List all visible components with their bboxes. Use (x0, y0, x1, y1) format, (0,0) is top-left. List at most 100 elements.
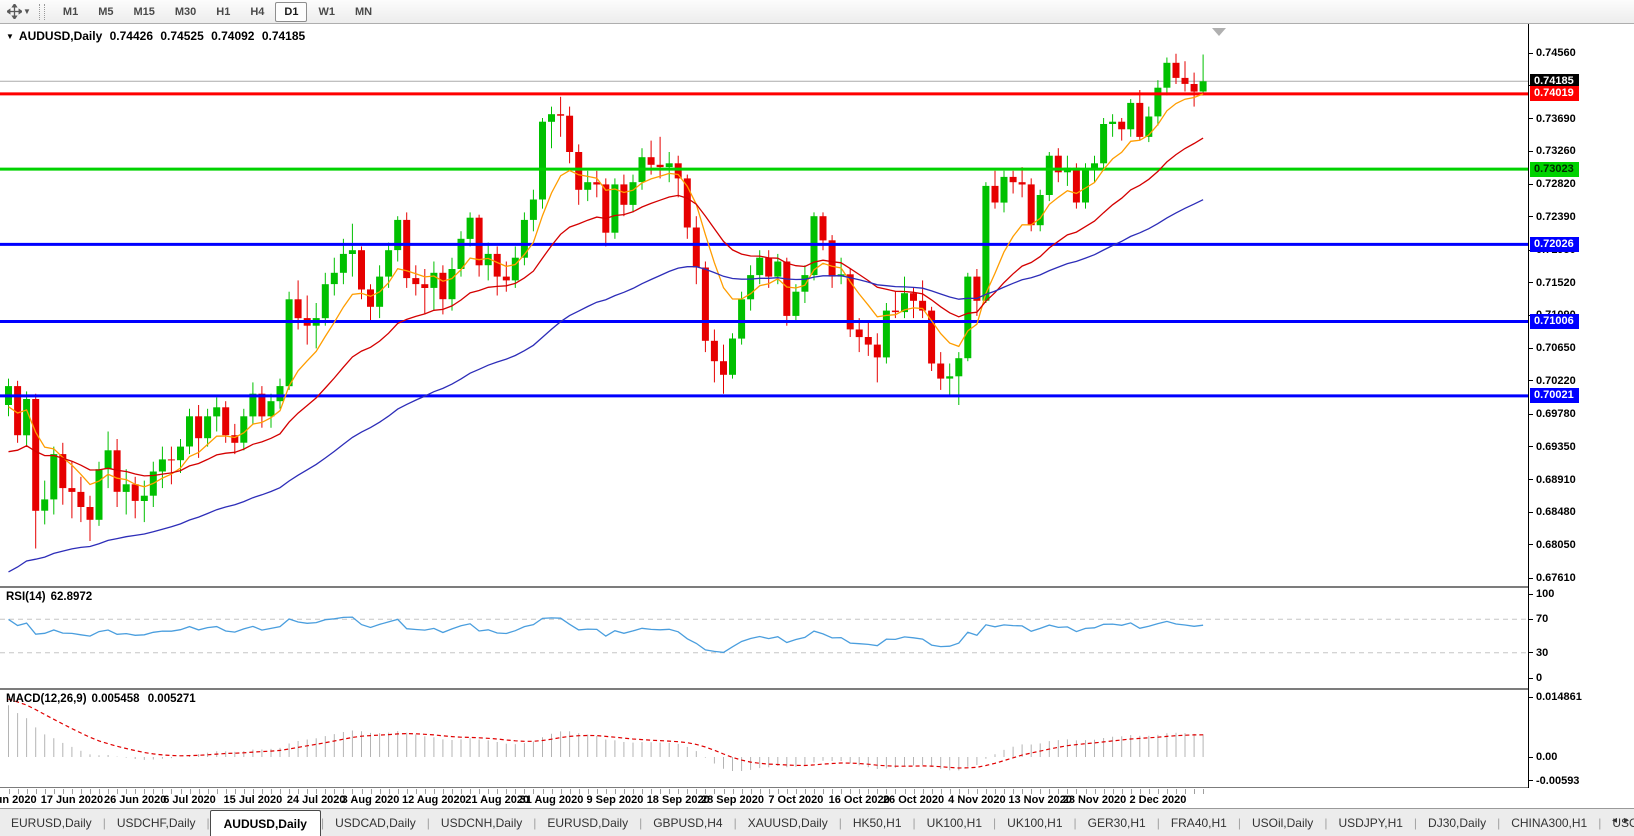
tick-dash (1529, 282, 1533, 283)
mt4-terminal-window: ▼ M1M5M15M30H1H4D1W1MN ▼AUDUSD,Daily 0.7… (0, 0, 1634, 836)
price-badge-0.73023: 0.73023 (1530, 162, 1579, 177)
timeframe-button-m1[interactable]: M1 (54, 2, 87, 22)
date-label: 6 Jul 2020 (163, 794, 216, 806)
macd-indicator-plot[interactable] (0, 690, 1528, 788)
price-axis[interactable]: 0.745600.741300.736900.732600.728200.723… (1528, 24, 1634, 788)
time-tick (1203, 789, 1204, 794)
price-badge-0.71006: 0.71006 (1530, 314, 1579, 329)
price-badge-0.74019: 0.74019 (1530, 86, 1579, 101)
rsi-line (9, 617, 1204, 652)
tab-scroll-left-icon[interactable]: ◂ (1612, 815, 1617, 826)
date-label: 9 Sep 2020 (586, 794, 643, 806)
chart-tab-eurusd-daily[interactable]: EURUSD,Daily (536, 816, 639, 830)
ma-slow-line (9, 200, 1204, 572)
date-label: 26 Oct 2020 (883, 794, 944, 806)
chart-tab-uk100-h1[interactable]: UK100,H1 (916, 816, 993, 830)
price-tick-0.69780: 0.69780 (1529, 407, 1576, 422)
rsi-indicator-plot[interactable] (0, 588, 1528, 688)
tick-dash (1529, 544, 1533, 545)
tick-dash (1529, 446, 1533, 447)
main-rsi-separator[interactable] (0, 586, 1634, 588)
tick-dash (1529, 118, 1533, 119)
tab-scroll-arrows: ◂ ▸ (1612, 815, 1629, 826)
date-label: 4 Nov 2020 (948, 794, 1005, 806)
timeframe-button-m15[interactable]: M15 (124, 2, 163, 22)
chart-tab-usdjpy-h1[interactable]: USDJPY,H1 (1327, 816, 1413, 830)
chart-tab-dj30-daily[interactable]: DJ30,Daily (1417, 816, 1497, 830)
macd-tick-0.014861: 0.014861 (1529, 690, 1582, 705)
price-tick-0.72390: 0.72390 (1529, 209, 1576, 224)
timeframe-button-mn[interactable]: MN (346, 2, 381, 22)
chart-tab-fra40-h1[interactable]: FRA40,H1 (1160, 816, 1238, 830)
date-label: 3 Aug 2020 (342, 794, 400, 806)
tick-dash (1529, 512, 1533, 513)
tick-dash (1529, 757, 1533, 758)
date-label: 8 Jun 2020 (0, 794, 37, 806)
rsi-tick-100: 100 (1529, 587, 1554, 602)
crosshair-move-glyph (7, 4, 22, 19)
price-tick-0.70220: 0.70220 (1529, 373, 1576, 388)
timeframe-button-h4[interactable]: H4 (241, 2, 273, 22)
price-tick-0.67610: 0.67610 (1529, 571, 1576, 586)
tick-dash (1529, 380, 1533, 381)
toolbar-caret-down-icon[interactable]: ▼ (23, 7, 31, 16)
chart-tab-eurusd-daily[interactable]: EURUSD,Daily (0, 816, 103, 830)
chart-tab-hk50-h1[interactable]: HK50,H1 (842, 816, 913, 830)
chart-shift-marker-icon[interactable] (1212, 28, 1226, 36)
timeframe-toolbar: M1M5M15M30H1H4D1W1MN (53, 2, 382, 22)
tick-dash (1529, 780, 1533, 781)
macd-signal-line (9, 699, 1204, 768)
date-label: 23 Nov 2020 (1063, 794, 1127, 806)
chart-tab-usdcnh-daily[interactable]: USDCNH,Daily (430, 816, 533, 830)
price-tick-0.72820: 0.72820 (1529, 177, 1576, 192)
macd-tick--0.00593: -0.00593 (1529, 773, 1579, 788)
time-axis[interactable]: 8 Jun 202017 Jun 202026 Jun 20206 Jul 20… (0, 788, 1528, 808)
price-tick-0.68480: 0.68480 (1529, 505, 1576, 520)
tab-scroll-right-icon[interactable]: ▸ (1624, 815, 1629, 826)
chart-low-value: 0.74092 (211, 29, 254, 43)
chart-tab-audusd-daily[interactable]: AUDUSD,Daily (210, 810, 321, 836)
chart-tab-usdcad-daily[interactable]: USDCAD,Daily (324, 816, 427, 830)
tick-dash (1529, 652, 1533, 653)
tick-dash (1529, 414, 1533, 415)
price-tick-0.73260: 0.73260 (1529, 144, 1576, 159)
tick-dash (1529, 619, 1533, 620)
timeframe-button-m5[interactable]: M5 (89, 2, 122, 22)
timeframe-button-m30[interactable]: M30 (166, 2, 205, 22)
toolbar-grip[interactable] (39, 4, 45, 20)
price-tick-0.70650: 0.70650 (1529, 341, 1576, 356)
tick-dash (1529, 697, 1533, 698)
macd-histogram (9, 705, 1204, 771)
rsi-tick-0: 0 (1529, 671, 1542, 686)
chart-tab-ger30-h1[interactable]: GER30,H1 (1077, 816, 1157, 830)
chart-tab-bar: EURUSD,Daily|USDCHF,Daily|AUDUSD,Daily|U… (0, 808, 1634, 836)
timeframe-button-h1[interactable]: H1 (207, 2, 239, 22)
chart-title: ▼AUDUSD,Daily 0.74426 0.74525 0.74092 0.… (6, 29, 309, 43)
timeframe-button-d1[interactable]: D1 (275, 2, 307, 22)
time-tick (1194, 789, 1195, 794)
time-tick (217, 789, 218, 794)
crosshair-move-icon[interactable] (5, 3, 23, 21)
macd-main-value: 0.005458 (92, 693, 140, 705)
date-label: 17 Jun 2020 (41, 794, 103, 806)
date-label: 7 Oct 2020 (768, 794, 823, 806)
chart-tab-uk100-h1[interactable]: UK100,H1 (996, 816, 1073, 830)
rsi-macd-separator[interactable] (0, 688, 1634, 690)
chart-collapse-triangle-icon[interactable]: ▼ (6, 32, 14, 41)
tick-dash (1529, 578, 1533, 579)
date-label: 15 Jul 2020 (224, 794, 283, 806)
chart-tab-china300-h1[interactable]: CHINA300,H1 (1500, 816, 1598, 830)
main-chart-plot[interactable] (0, 26, 1528, 586)
price-tick-0.68050: 0.68050 (1529, 537, 1576, 552)
chart-high-value: 0.74525 (160, 29, 203, 43)
tick-dash (1529, 216, 1533, 217)
chart-tab-usdchf-daily[interactable]: USDCHF,Daily (106, 816, 207, 830)
chart-tab-xauusd-daily[interactable]: XAUUSD,Daily (737, 816, 839, 830)
timeframe-button-w1[interactable]: W1 (309, 2, 344, 22)
chart-tab-usoil-daily[interactable]: USOil,Daily (1241, 816, 1324, 830)
chart-tab-gbpusd-h4[interactable]: GBPUSD,H4 (642, 816, 733, 830)
chart-open-value: 0.74426 (110, 29, 153, 43)
tick-dash (1529, 348, 1533, 349)
date-label: 2 Dec 2020 (1129, 794, 1186, 806)
candles (5, 54, 1207, 549)
